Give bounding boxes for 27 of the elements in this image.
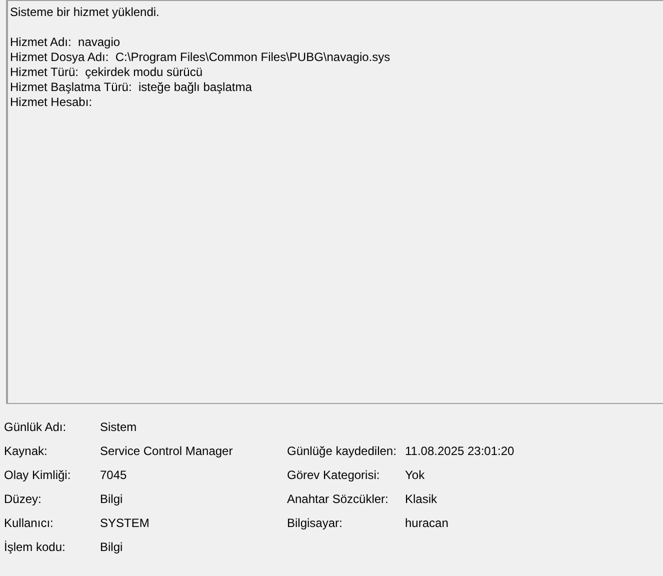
description-text-box[interactable] — [6, 0, 663, 404]
event-summary: Sisteme bir hizmet yüklendi. — [10, 5, 160, 20]
field-label: Anahtar Sözcükler: — [287, 492, 388, 506]
field-label: Görev Kategorisi: — [287, 468, 380, 482]
service-detail-line: Hizmet Dosya Adı: C:\Program Files\Common Files\PUBG\navagio.sys — [10, 50, 390, 65]
field-label: Olay Kimliği: — [4, 468, 71, 482]
field-value: SYSTEM — [100, 516, 150, 530]
field-value: Service Control Manager — [100, 444, 233, 458]
field-value: huracan — [405, 516, 448, 530]
field-label: Günlük Adı: — [4, 420, 66, 434]
field-value: 11.08.2025 23:01:20 — [405, 444, 514, 458]
field-value: Bilgi — [100, 540, 123, 554]
field-label: Kullanıcı: — [4, 516, 54, 530]
field-label: Bilgisayar: — [287, 516, 342, 530]
field-label: Kaynak: — [4, 444, 48, 458]
field-value: 7045 — [100, 468, 127, 482]
service-detail-line: Hizmet Türü: çekirdek modu sürücü — [10, 65, 203, 80]
field-label: İşlem kodu: — [4, 540, 66, 554]
service-detail-line: Hizmet Başlatma Türü: isteğe bağlı başlatma — [10, 80, 252, 95]
service-detail-line: Hizmet Hesabı: — [10, 95, 92, 110]
field-value: Klasik — [405, 492, 438, 506]
field-value: Yok — [405, 468, 425, 482]
field-value: Bilgi — [100, 492, 123, 506]
service-detail-line: Hizmet Adı: navagio — [10, 35, 120, 50]
field-label: Günlüğe kaydedilen: — [287, 444, 396, 458]
field-value: Sistem — [100, 420, 137, 434]
field-label: Düzey: — [4, 492, 42, 506]
